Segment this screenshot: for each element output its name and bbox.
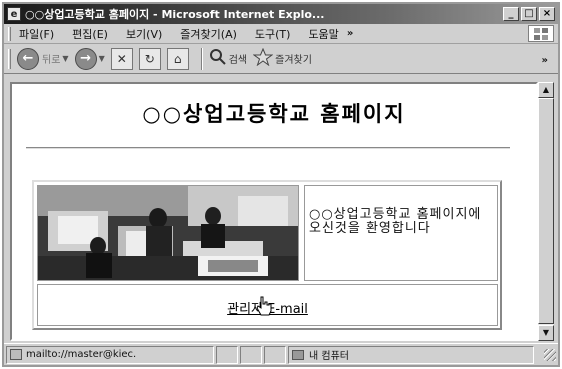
page-title: ○○상업고등학교 홈페이지 (142, 101, 406, 126)
menu-view[interactable]: 보기(V) (126, 26, 162, 42)
menu-edit[interactable]: 편집(E) (72, 26, 108, 42)
my-computer-icon (292, 349, 304, 360)
ie-logo-icon: e (7, 7, 21, 21)
forward-button[interactable]: → ▼ (74, 47, 105, 70)
close-button[interactable]: × (539, 7, 555, 21)
status-pane-empty-1 (216, 345, 238, 364)
scroll-up-icon[interactable]: ▲ (538, 82, 554, 98)
resize-grip-icon[interactable] (544, 348, 556, 361)
minimize-button[interactable]: _ (503, 7, 519, 21)
link-status-icon (10, 349, 22, 360)
menu-favorites[interactable]: 즐겨찾기(A) (180, 26, 237, 42)
menu-bar: 파일(F) 편집(E) 보기(V) 즐겨찾기(A) 도구(T) 도움말 » (4, 24, 558, 44)
scroll-down-icon[interactable]: ▼ (538, 325, 554, 341)
favorites-button[interactable]: 즐겨찾기 (252, 47, 312, 69)
home-icon: ⌂ (166, 47, 189, 70)
back-dropdown-icon[interactable]: ▼ (62, 54, 68, 63)
hand-cursor-icon (256, 296, 272, 319)
status-zone-pane: 내 컴퓨터 (288, 345, 534, 364)
search-label: 검색 (228, 55, 248, 66)
search-icon (209, 48, 227, 69)
back-label: 뒤로 (42, 55, 61, 66)
toolbar-separator (200, 47, 203, 70)
status-url-pane: mailto://master@kiec. (6, 345, 214, 364)
menubar-grip[interactable] (8, 26, 11, 41)
maximize-button[interactable]: □ (521, 7, 537, 21)
home-button[interactable]: ⌂ (166, 47, 189, 70)
back-arrow-icon: ← (17, 47, 39, 70)
status-zone: 내 컴퓨터 (309, 351, 349, 362)
refresh-button[interactable]: ↻ (138, 47, 161, 70)
window-title: ○○상업고등학교 홈페이지 - Microsoft Internet Explo… (25, 8, 325, 21)
stop-icon: ✕ (110, 47, 133, 70)
menu-file[interactable]: 파일(F) (19, 26, 54, 42)
status-bar: mailto://master@kiec. 내 컴퓨터 (4, 343, 558, 365)
refresh-icon: ↻ (138, 47, 161, 70)
windows-logo-icon (528, 25, 554, 42)
browser-window: e ○○상업고등학교 홈페이지 - Microsoft Internet Exp… (2, 2, 560, 367)
title-bar: e ○○상업고등학교 홈페이지 - Microsoft Internet Exp… (4, 4, 558, 24)
classroom-photo (37, 185, 299, 281)
horizontal-rule (26, 147, 510, 149)
status-url: mailto://master@kiec. (26, 349, 137, 360)
stop-button[interactable]: ✕ (110, 47, 133, 70)
menu-help[interactable]: 도움말 (308, 26, 338, 42)
toolbar-overflow-chevron[interactable]: » (542, 55, 548, 66)
vertical-scrollbar[interactable]: ▲ ▼ (538, 82, 554, 341)
scrollbar-thumb[interactable] (538, 98, 554, 324)
forward-dropdown-icon[interactable]: ▼ (99, 54, 105, 63)
forward-arrow-icon: → (74, 47, 97, 70)
standard-toolbar: ← 뒤로 ▼ → ▼ ✕ ↻ ⌂ 검색 즐겨찾기 (4, 44, 558, 74)
toolbar-grip[interactable] (8, 48, 11, 69)
status-pane-empty-2 (240, 345, 262, 364)
favorites-label: 즐겨찾기 (275, 55, 312, 66)
status-pane-empty-3 (264, 345, 286, 364)
page-content: ○○상업고등학교 홈페이지 ○○상업고등학교 홈페이지에오신것을 환영합니다 관… (10, 82, 538, 341)
back-button[interactable]: ← 뒤로 ▼ (17, 47, 69, 70)
menu-tools[interactable]: 도구(T) (255, 26, 291, 42)
search-button[interactable]: 검색 (209, 48, 247, 69)
layout-table: ○○상업고등학교 홈페이지에오신것을 환영합니다 관리자 E-mail (32, 180, 502, 330)
welcome-text: ○○상업고등학교 홈페이지에오신것을 환영합니다 (304, 185, 498, 281)
menu-overflow-chevron[interactable]: » (347, 28, 353, 39)
star-icon (252, 47, 274, 69)
